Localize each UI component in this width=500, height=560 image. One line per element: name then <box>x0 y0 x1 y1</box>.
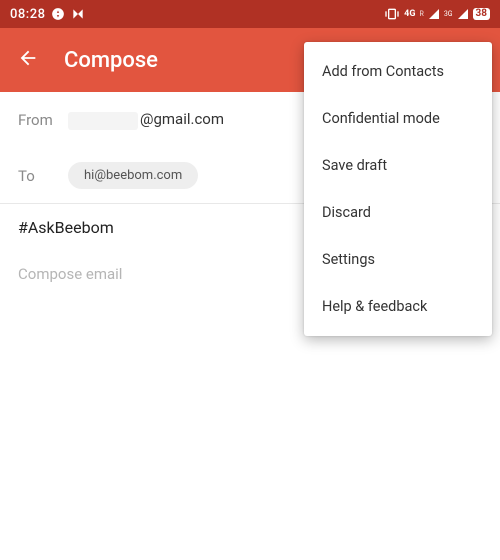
status-bar: 08:28 4G R 3G 38 <box>0 0 500 28</box>
overflow-menu: Add from Contacts Confidential mode Save… <box>304 42 492 336</box>
status-right: 4G R 3G 38 <box>384 8 490 20</box>
arrow-back-icon <box>17 47 39 73</box>
signal-icon-2 <box>457 8 469 20</box>
status-left: 08:28 <box>10 7 85 22</box>
menu-save-draft[interactable]: Save draft <box>304 142 492 189</box>
menu-confidential-mode[interactable]: Confidential mode <box>304 95 492 142</box>
network-roaming-label: R <box>419 11 423 18</box>
menu-discard[interactable]: Discard <box>304 189 492 236</box>
menu-add-from-contacts[interactable]: Add from Contacts <box>304 48 492 95</box>
menu-settings[interactable]: Settings <box>304 236 492 283</box>
status-time: 08:28 <box>10 7 45 22</box>
app-notification-icon <box>71 7 85 21</box>
sync-icon <box>51 7 65 21</box>
recipient-chip[interactable]: hi@beebom.com <box>68 162 198 189</box>
vibrate-icon <box>384 8 400 20</box>
from-redacted <box>68 112 138 130</box>
from-domain: @gmail.com <box>140 110 224 128</box>
to-label: To <box>18 167 68 185</box>
page-title: Compose <box>64 48 158 73</box>
back-button[interactable] <box>16 48 40 72</box>
network-3g-label: 3G <box>444 11 453 18</box>
signal-icon-1 <box>428 8 440 20</box>
from-value: @gmail.com <box>68 110 224 129</box>
battery-level: 38 <box>473 8 490 20</box>
menu-help-feedback[interactable]: Help & feedback <box>304 283 492 330</box>
network-4g-label: 4G <box>404 10 415 19</box>
from-label: From <box>18 111 68 129</box>
